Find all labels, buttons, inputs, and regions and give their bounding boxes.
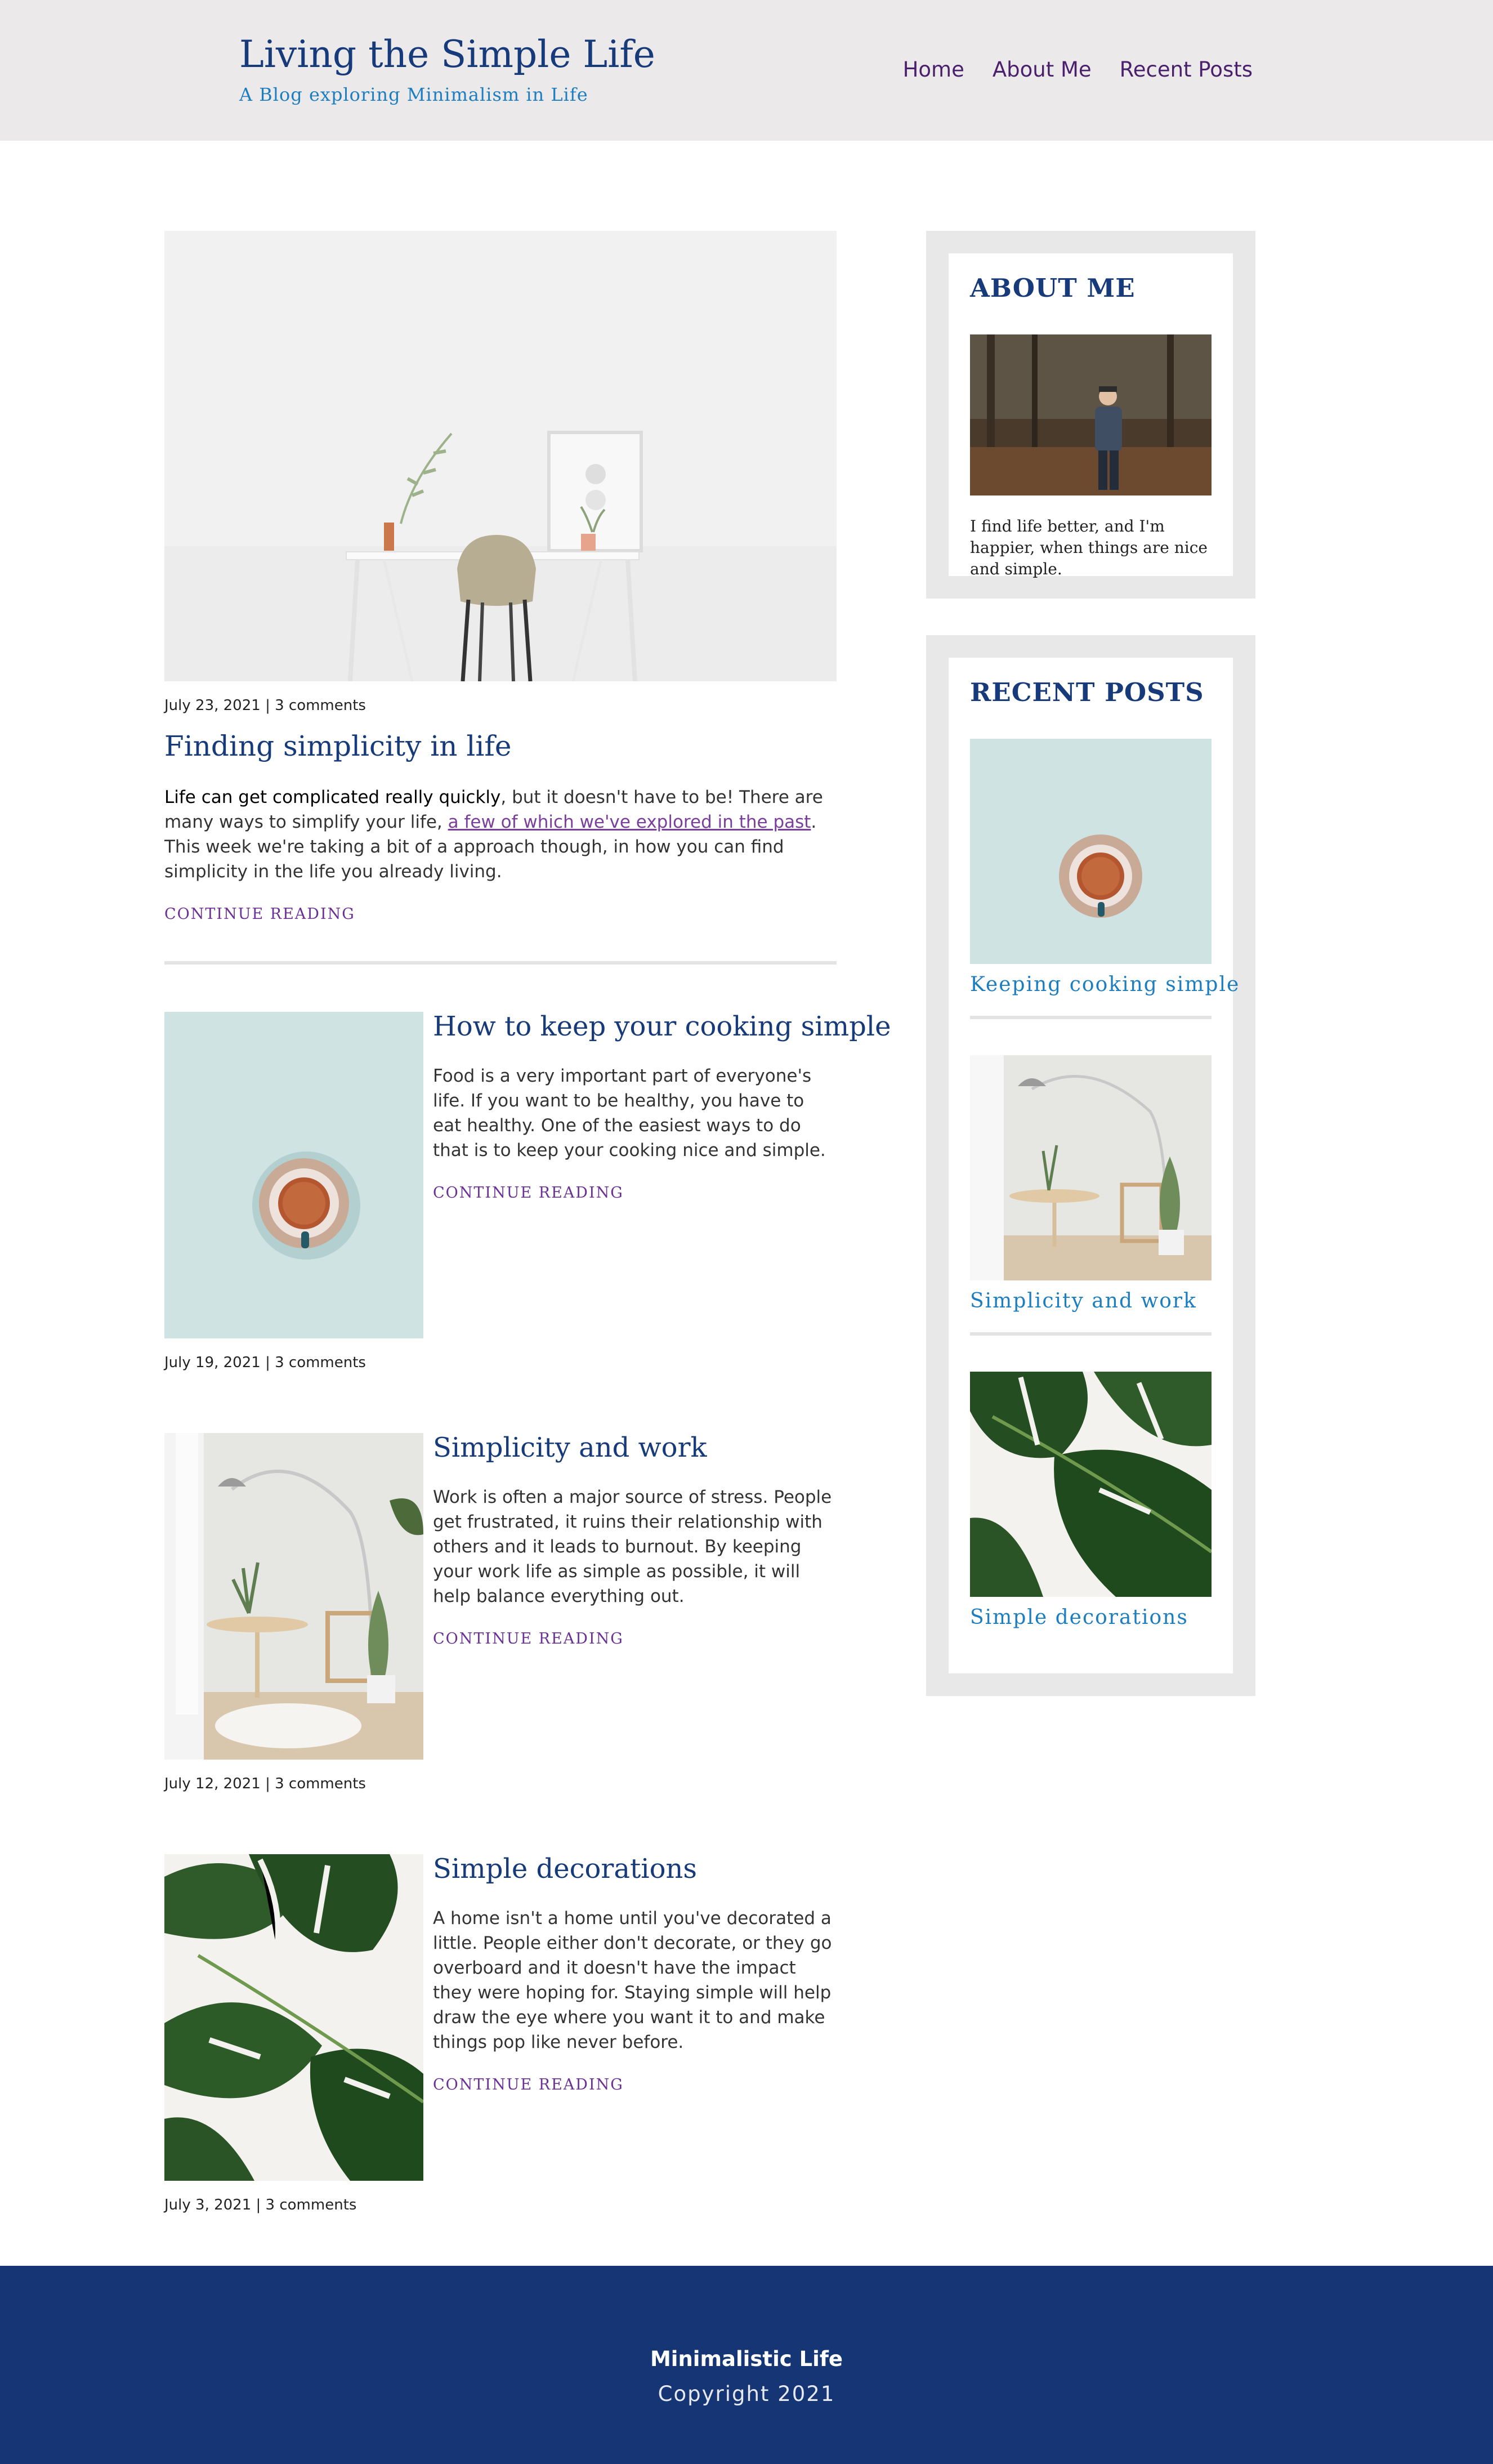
post-decorations-body: Simple decorations A home isn't a home u… [433, 1853, 837, 2093]
post-decorations-meta: July 3, 2021 | 3 comments [164, 2197, 357, 2213]
post-cooking-body: How to keep your cooking simple Food is … [433, 1011, 891, 1202]
recent-posts-widget: RECENT POSTS Keeping cooking simple Simp… [926, 635, 1255, 1696]
site-title[interactable]: Living the Simple Life [239, 33, 655, 76]
past-posts-link[interactable]: a few of which we've explored in the pas… [448, 812, 811, 832]
featured-image-desk-chair[interactable] [164, 231, 837, 681]
coffee-cup-thumbnail[interactable] [164, 1012, 423, 1338]
nav-about-me[interactable]: About Me [993, 57, 1092, 82]
post-divider [164, 961, 837, 965]
featured-post-title[interactable]: Finding simplicity in life [164, 730, 837, 762]
author-photo [970, 334, 1212, 496]
post-cooking: How to keep your cooking simple Food is … [164, 1011, 891, 1378]
recent-divider [970, 1016, 1212, 1019]
about-me-text: I find life better, and I'm happier, whe… [970, 517, 1208, 578]
recent-post-link-decorations[interactable]: Simple decorations [970, 1606, 1188, 1629]
about-me-title: ABOUT ME [970, 273, 1136, 303]
post-cooking-continue-reading[interactable]: Continue Reading [433, 1184, 624, 1202]
post-decorations-excerpt: A home isn't a home until you've decorat… [433, 1908, 832, 2052]
post-work-excerpt: Work is often a major source of stress. … [433, 1487, 832, 1606]
site-header: Living the Simple Life A Blog exploring … [0, 0, 1493, 141]
post-work: Simplicity and work Work is often a majo… [164, 1432, 837, 1799]
post-work-meta: July 12, 2021 | 3 comments [164, 1775, 366, 1792]
main-nav: Home About Me Recent Posts [875, 57, 1253, 82]
about-me-card: ABOUT ME I find life better, and I'm hap… [949, 253, 1233, 578]
excerpt-bold-text: Life can get complicated really quickly [164, 787, 501, 807]
recent-posts-title: RECENT POSTS [970, 677, 1204, 707]
post-cooking-meta: July 19, 2021 | 3 comments [164, 1354, 366, 1371]
featured-post-meta: July 23, 2021 | 3 comments [164, 697, 366, 714]
post-work-title[interactable]: Simplicity and work [433, 1432, 837, 1463]
recent-divider [970, 1332, 1212, 1336]
post-cooking-excerpt: Food is a very important part of everyon… [433, 1066, 826, 1160]
nav-home[interactable]: Home [903, 57, 964, 82]
post-decorations-title[interactable]: Simple decorations [433, 1853, 837, 1885]
footer-copyright: Copyright 2021 [658, 2382, 835, 2406]
featured-continue-reading[interactable]: Continue Reading [164, 905, 355, 923]
recent-work-image[interactable] [970, 1055, 1212, 1280]
post-decorations: Simple decorations A home isn't a home u… [164, 1853, 837, 2220]
post-cooking-title[interactable]: How to keep your cooking simple [433, 1011, 891, 1042]
recent-posts-card: RECENT POSTS Keeping cooking simple Simp… [949, 658, 1239, 1673]
featured-post: July 23, 2021 | 3 comments Finding simpl… [164, 231, 837, 923]
recent-post-link-work[interactable]: Simplicity and work [970, 1289, 1197, 1313]
recent-decorations-image[interactable] [970, 1372, 1212, 1597]
recent-post-link-cooking[interactable]: Keeping cooking simple [970, 973, 1240, 996]
post-work-continue-reading[interactable]: Continue Reading [433, 1630, 624, 1648]
post-work-body: Simplicity and work Work is often a majo… [433, 1432, 837, 1648]
featured-post-excerpt: Life can get complicated really quickly,… [164, 785, 837, 884]
recent-coffee-image[interactable] [970, 739, 1212, 964]
nav-recent-posts[interactable]: Recent Posts [1120, 57, 1253, 82]
dining-room-thumbnail[interactable] [164, 1433, 423, 1760]
post-decorations-continue-reading[interactable]: Continue Reading [433, 2076, 624, 2093]
footer-site-name: Minimalistic Life [650, 2347, 843, 2371]
monstera-leaves-thumbnail[interactable] [164, 1854, 423, 2181]
site-footer: Minimalistic Life Copyright 2021 [0, 2266, 1493, 2464]
about-me-widget: ABOUT ME I find life better, and I'm hap… [926, 231, 1255, 599]
brand[interactable]: Living the Simple Life A Blog exploring … [239, 33, 655, 105]
site-tagline: A Blog exploring Minimalism in Life [239, 84, 588, 105]
